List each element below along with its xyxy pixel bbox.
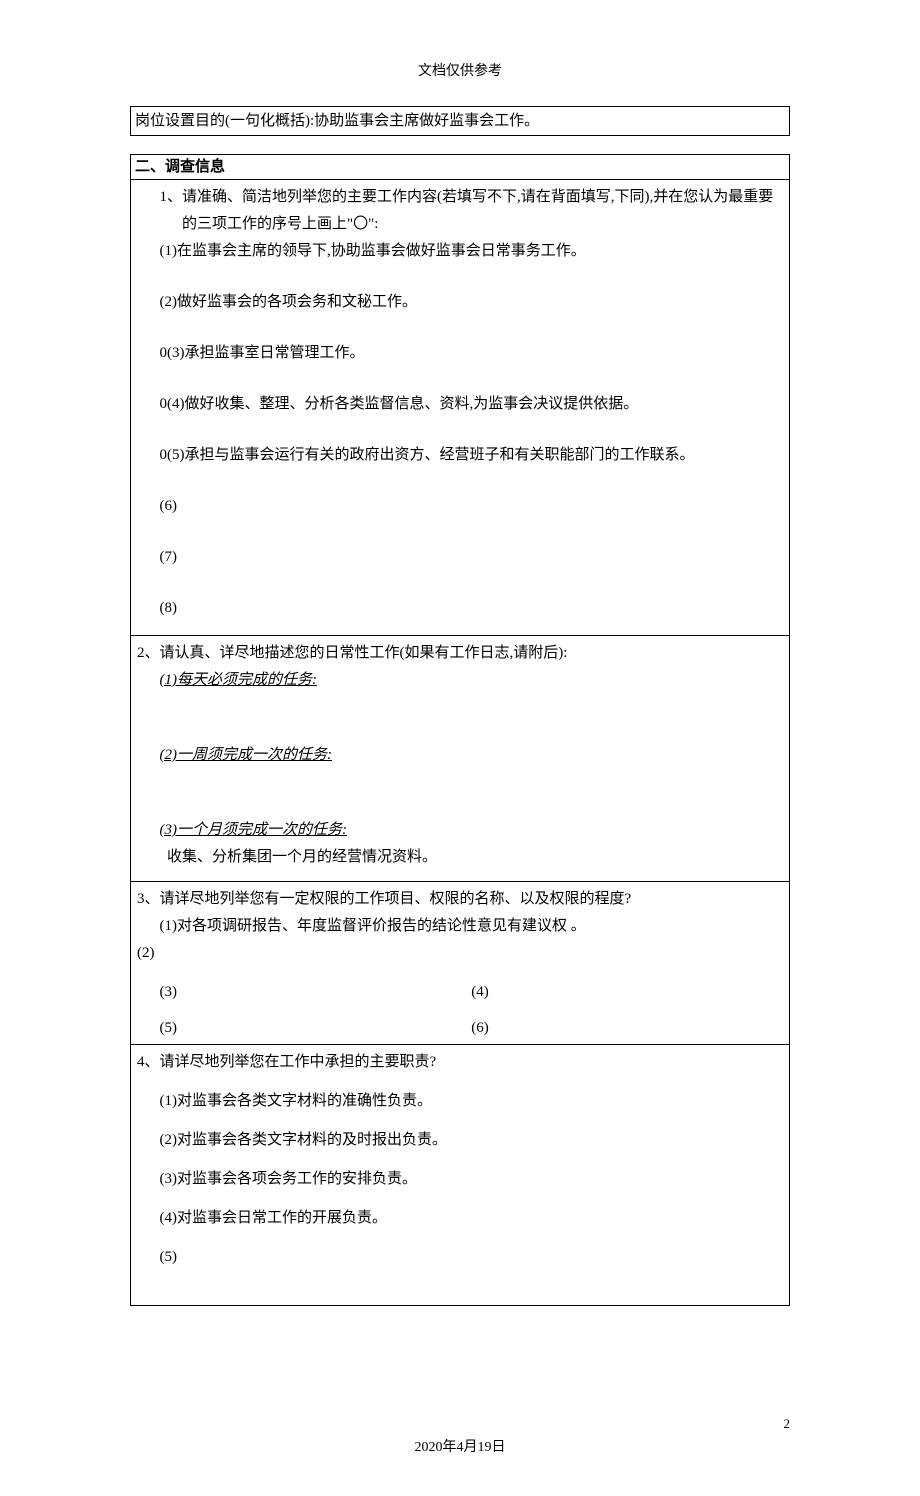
- q2-cell: 2、请认真、详尽地描述您的日常性工作(如果有工作日志,请附后): (1)每天必须…: [130, 636, 790, 882]
- q1-item-2: (2)做好监事会的各项会务和文秘工作。: [160, 289, 784, 316]
- page-container: 文档仅供参考 岗位设置目的(一句化概括):协助监事会主席做好监事会工作。 二、调…: [0, 0, 920, 1496]
- q2-sub3-content: 收集、分析集团一个月的经营情况资料。: [167, 844, 783, 871]
- q3-item-1: (1)对各项调研报告、年度监督评价报告的结论性意见有建议权 。: [160, 913, 784, 940]
- q2-prompt: 2、请认真、详尽地描述您的日常性工作(如果有工作日志,请附后):: [137, 640, 783, 667]
- q3-cell: 3、请详尽地列举您有一定权限的工作项目、权限的名称、以及权限的程度? (1)对各…: [130, 882, 790, 1045]
- section2-title-box: 二、调查信息: [130, 154, 790, 180]
- q4-cell: 4、请详尽地列举您在工作中承担的主要职责? (1)对监事会各类文字材料的准确性负…: [130, 1045, 790, 1306]
- q3-item-5: (5): [160, 1015, 472, 1042]
- q4-item-5: (5): [160, 1244, 784, 1271]
- q2-sub2-label: (2)一周须完成一次的任务:: [160, 747, 333, 763]
- q3-item-3: (3): [160, 979, 472, 1006]
- footer-date: 2020年4月19日: [415, 1440, 506, 1455]
- q1-cell: 1、请准确、简洁地列举您的主要工作内容(若填写不下,请在背面填写,下同),并在您…: [130, 180, 790, 636]
- q4-item-4: (4)对监事会日常工作的开展负责。: [160, 1205, 784, 1232]
- q1-item-4: 0(4)做好收集、整理、分析各类监督信息、资料,为监事会决议提供依据。: [160, 391, 784, 418]
- q2-sub3-label: (3)一个月须完成一次的任务:: [160, 822, 348, 838]
- q1-prompt: 1、请准确、简洁地列举您的主要工作内容(若填写不下,请在背面填写,下同),并在您…: [160, 184, 784, 238]
- q3-item-6: (6): [471, 1015, 783, 1042]
- q1-item-5: 0(5)承担与监事会运行有关的政府出资方、经营班子和有关职能部门的工作联系。: [160, 442, 784, 469]
- q1-item-8: (8): [160, 595, 784, 622]
- footer: 2 2020年4月19日: [130, 1436, 790, 1456]
- q4-item-3: (3)对监事会各项会务工作的安排负责。: [160, 1166, 784, 1193]
- q1-item-1: (1)在监事会主席的领导下,协助监事会做好监事会日常事务工作。: [160, 238, 784, 265]
- q3-item-4: (4): [471, 979, 783, 1006]
- q3-prompt: 3、请详尽地列举您有一定权限的工作项目、权限的名称、以及权限的程度?: [137, 886, 783, 913]
- q1-item-3: 0(3)承担监事室日常管理工作。: [160, 340, 784, 367]
- q1-item-6: (6): [160, 493, 784, 520]
- q4-item-1: (1)对监事会各类文字材料的准确性负责。: [160, 1088, 784, 1115]
- q2-sub1-label: (1)每天必须完成的任务:: [160, 672, 318, 688]
- goal-box: 岗位设置目的(一句化概括):协助监事会主席做好监事会工作。: [130, 106, 790, 136]
- q3-item-2: (2): [137, 940, 783, 967]
- q1-item-7: (7): [160, 544, 784, 571]
- section2-title: 二、调查信息: [135, 159, 225, 175]
- header-note: 文档仅供参考: [130, 60, 790, 80]
- q4-item-2: (2)对监事会各类文字材料的及时报出负责。: [160, 1127, 784, 1154]
- q4-prompt: 4、请详尽地列举您在工作中承担的主要职责?: [137, 1049, 783, 1076]
- page-number: 2: [784, 1416, 791, 1432]
